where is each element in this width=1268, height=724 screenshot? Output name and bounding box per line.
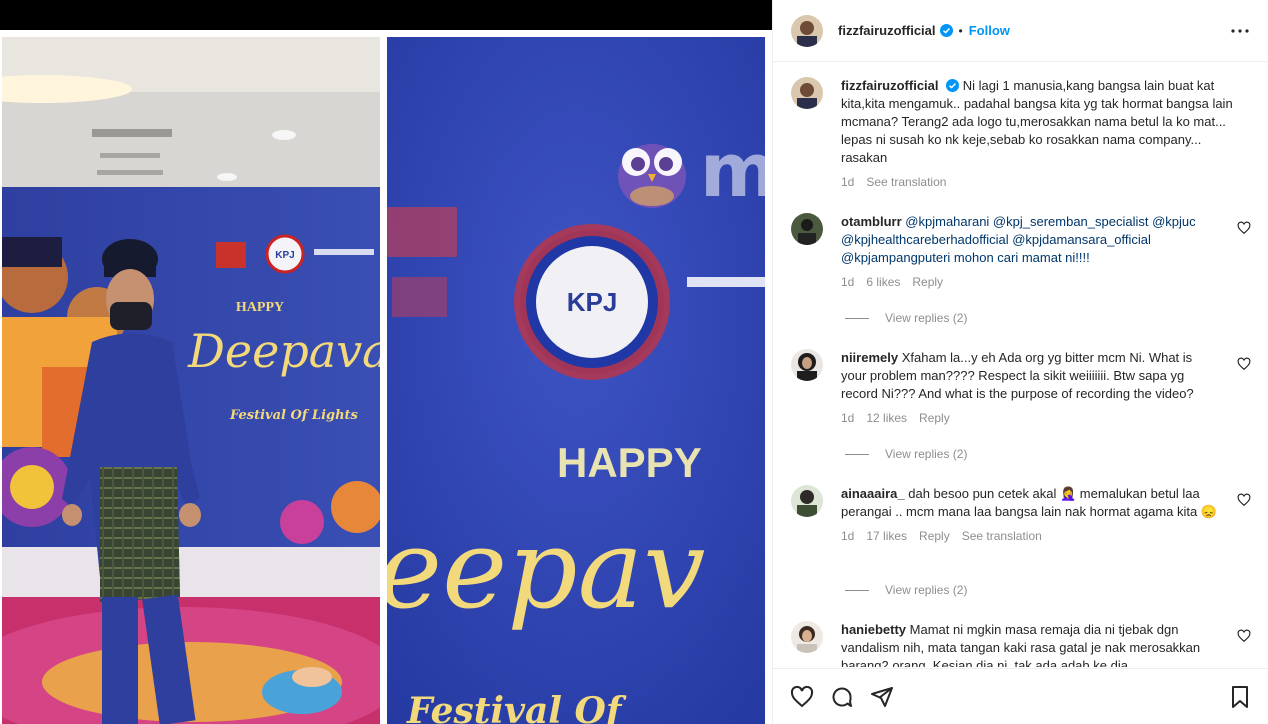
comment-item: haniebetty Mamat ni mgkin masa remaja di… bbox=[791, 621, 1261, 667]
see-translation-link[interactable]: See translation bbox=[866, 173, 946, 191]
banner-happy-left: HAPPY bbox=[236, 300, 284, 315]
heart-icon[interactable] bbox=[1237, 493, 1251, 507]
caption: fizzfairuzofficial Ni lagi 1 manusia,kan… bbox=[791, 77, 1261, 191]
view-replies-label: View replies (2) bbox=[885, 311, 968, 325]
banner-subtitle-left: Festival Of Lights bbox=[229, 408, 359, 423]
divider bbox=[845, 317, 869, 319]
bookmark-icon[interactable] bbox=[1227, 684, 1253, 710]
action-bar bbox=[773, 668, 1268, 724]
post-username[interactable]: fizzfairuzofficial bbox=[838, 23, 936, 38]
avatar[interactable] bbox=[791, 213, 823, 245]
view-replies-button[interactable]: View replies (2) bbox=[845, 583, 967, 597]
view-replies-label: View replies (2) bbox=[885, 447, 968, 461]
verified-badge-icon bbox=[939, 24, 953, 37]
reply-button[interactable]: Reply bbox=[919, 527, 950, 545]
more-icon[interactable] bbox=[1228, 19, 1252, 43]
comment-username[interactable]: niiremely bbox=[841, 350, 898, 365]
avatar[interactable] bbox=[791, 14, 823, 47]
heart-icon[interactable] bbox=[1237, 221, 1251, 235]
heart-icon[interactable] bbox=[1237, 629, 1251, 643]
comment-username[interactable]: otamblurr bbox=[841, 214, 902, 229]
divider bbox=[845, 453, 869, 455]
comment-likes[interactable]: 12 likes bbox=[866, 409, 907, 427]
post-media[interactable]: KPJ HAPPY Deepava Festival Of Lights KPJ… bbox=[0, 0, 772, 724]
comment-time[interactable]: 1d bbox=[841, 409, 854, 427]
comment-username[interactable]: haniebetty bbox=[841, 622, 906, 637]
logo-kpj-left: KPJ bbox=[275, 250, 294, 261]
caption-time[interactable]: 1d bbox=[841, 173, 854, 191]
comment-item: otamblurr @kpjmaharani @kpj_seremban_spe… bbox=[791, 213, 1261, 291]
comments-list[interactable]: fizzfairuzofficial Ni lagi 1 manusia,kan… bbox=[773, 63, 1268, 667]
avatar[interactable] bbox=[791, 349, 823, 381]
verified-badge-icon bbox=[946, 79, 960, 92]
reply-button[interactable]: Reply bbox=[919, 409, 950, 427]
avatar[interactable] bbox=[791, 485, 823, 517]
comment-icon[interactable] bbox=[829, 684, 855, 710]
media-photo-left: KPJ HAPPY Deepava Festival Of Lights bbox=[2, 37, 380, 724]
media-top-bar bbox=[0, 0, 772, 30]
banner-title-right: eepav bbox=[387, 505, 705, 633]
comment-item: niiremely Xfaham la...y eh Ada org yg bi… bbox=[791, 349, 1261, 427]
media-photo-right: KPJ HAPPY eepav Festival Of bbox=[387, 37, 765, 724]
reply-button[interactable]: Reply bbox=[912, 273, 943, 291]
post-sidebar: fizzfairuzofficial • Follow fizzfairuzof… bbox=[772, 0, 1268, 724]
see-translation-link[interactable]: See translation bbox=[962, 527, 1042, 545]
caption-username[interactable]: fizzfairuzofficial bbox=[841, 78, 939, 93]
divider bbox=[845, 589, 869, 591]
follow-button[interactable]: Follow bbox=[969, 23, 1010, 38]
view-replies-label: View replies (2) bbox=[885, 583, 968, 597]
comment-item: ainaaaira_ dah besoo pun cetek akal 🤦‍♀️… bbox=[791, 485, 1261, 545]
heart-icon[interactable] bbox=[1237, 357, 1251, 371]
heart-icon[interactable] bbox=[789, 684, 815, 710]
comment-time[interactable]: 1d bbox=[841, 527, 854, 545]
comment-likes[interactable]: 17 likes bbox=[866, 527, 907, 545]
separator-dot: • bbox=[958, 23, 963, 38]
send-icon[interactable] bbox=[869, 684, 895, 710]
post-header: fizzfairuzofficial • Follow bbox=[773, 0, 1268, 62]
view-replies-button[interactable]: View replies (2) bbox=[845, 447, 967, 461]
banner-subtitle-right: Festival Of bbox=[406, 690, 627, 724]
comment-username[interactable]: ainaaaira_ bbox=[841, 486, 905, 501]
comment-likes[interactable]: 6 likes bbox=[866, 273, 900, 291]
avatar[interactable] bbox=[791, 621, 823, 653]
comment-time[interactable]: 1d bbox=[841, 273, 854, 291]
banner-happy-right: HAPPY bbox=[557, 439, 702, 486]
view-replies-button[interactable]: View replies (2) bbox=[845, 311, 967, 325]
logo-kpj-right: KPJ bbox=[567, 287, 618, 317]
avatar[interactable] bbox=[791, 77, 823, 109]
banner-title-left: Deepava bbox=[187, 324, 380, 378]
